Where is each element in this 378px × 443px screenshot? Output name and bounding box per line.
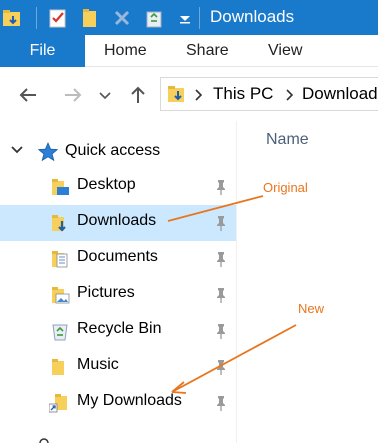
annotation-new: New (298, 301, 325, 316)
annotation-original: Original (263, 180, 308, 195)
annotation-arrows (167, 195, 297, 394)
annotation-arrow-new (171, 324, 297, 393)
annotation-arrow-original (167, 195, 264, 222)
